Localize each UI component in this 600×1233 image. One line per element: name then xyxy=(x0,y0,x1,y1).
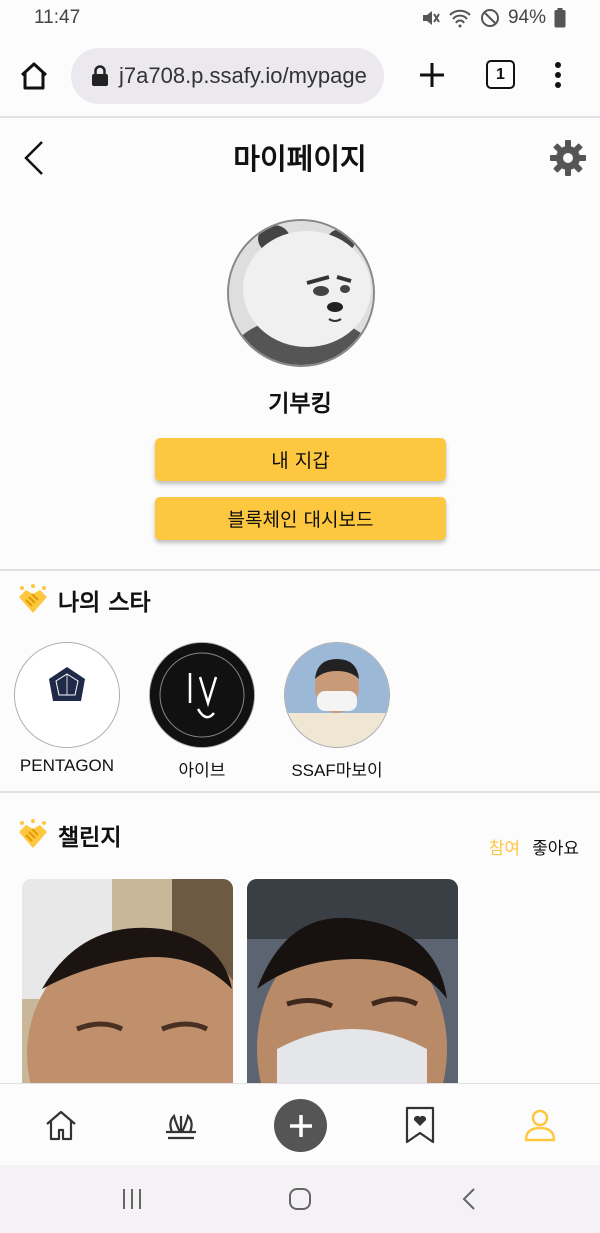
add-icon xyxy=(289,1114,312,1137)
system-back-icon[interactable] xyxy=(458,1187,482,1211)
home-icon xyxy=(46,1110,76,1141)
nav-home[interactable] xyxy=(40,1104,82,1146)
challenge-header: 챌린지 xyxy=(16,818,121,852)
system-navigation-bar xyxy=(0,1165,600,1233)
handshake-icon xyxy=(19,819,47,848)
nav-feed[interactable] xyxy=(160,1104,202,1146)
star-item-ive[interactable]: 아이브 xyxy=(149,642,255,781)
battery-icon xyxy=(554,8,566,28)
browser-toolbar: j7a708.p.ssafy.io/mypage 1 xyxy=(0,36,600,116)
challenge-card[interactable] xyxy=(22,879,233,1099)
challenge-thumbnail xyxy=(247,879,458,1099)
tab-switcher-button[interactable]: 1 xyxy=(486,60,515,89)
star-name: PENTAGON xyxy=(19,756,115,775)
section-title: 챌린지 xyxy=(58,825,122,851)
add-challenge-button[interactable] xyxy=(274,1099,327,1152)
nav-bookmark[interactable] xyxy=(399,1104,441,1146)
system-home-icon[interactable] xyxy=(288,1187,312,1211)
bookmark-heart-icon xyxy=(405,1106,435,1144)
page-header: 마이페이지 xyxy=(0,118,600,198)
gear-icon[interactable] xyxy=(549,139,587,177)
tab-participated[interactable]: 참여 xyxy=(489,834,520,859)
url-text: j7a708.p.ssafy.io/mypage xyxy=(119,63,367,88)
panda-avatar-image xyxy=(229,221,373,365)
profile-icon xyxy=(524,1109,556,1142)
star-name: 아이브 xyxy=(178,761,226,780)
bottom-navigation xyxy=(0,1083,600,1165)
section-divider xyxy=(0,569,600,571)
star-item-pentagon[interactable]: PENTAGON xyxy=(14,642,120,776)
star-name: SSAF마보이 xyxy=(291,761,383,780)
dnd-icon xyxy=(480,9,499,27)
status-bar: 11:47 94% xyxy=(0,0,600,36)
wifi-icon xyxy=(449,9,471,28)
section-title: 나의 스타 xyxy=(58,590,151,616)
challenge-tabs: 참여 좋아요 xyxy=(489,834,579,859)
browser-menu-icon[interactable] xyxy=(548,58,568,92)
plant-icon xyxy=(166,1113,196,1140)
profile-avatar xyxy=(227,219,375,367)
star-image xyxy=(149,642,255,748)
status-icons: 94% xyxy=(420,7,566,29)
recent-apps-icon[interactable] xyxy=(120,1187,144,1211)
person-photo xyxy=(285,643,389,747)
nav-mypage[interactable] xyxy=(519,1104,561,1146)
challenge-card[interactable] xyxy=(247,879,458,1099)
star-item-ssaf-maboy[interactable]: SSAF마보이 xyxy=(284,642,390,781)
handshake-icon xyxy=(19,584,47,613)
battery-percent: 94% xyxy=(507,7,546,28)
challenge-thumbnail xyxy=(22,879,233,1099)
pentagon-logo xyxy=(15,643,119,747)
section-divider xyxy=(0,791,600,793)
nickname: 기부킹 xyxy=(268,391,332,417)
lock-icon xyxy=(92,65,108,86)
address-bar[interactable]: j7a708.p.ssafy.io/mypage xyxy=(71,48,384,104)
mute-icon xyxy=(422,11,440,25)
tab-liked[interactable]: 좋아요 xyxy=(532,834,579,859)
star-image xyxy=(284,642,390,748)
new-tab-icon[interactable] xyxy=(417,60,447,90)
browser-home-icon[interactable] xyxy=(18,60,50,92)
my-stars-header: 나의 스타 xyxy=(16,583,151,617)
my-wallet-button[interactable]: 내 지갑 xyxy=(155,438,446,481)
star-image xyxy=(14,642,120,748)
page-title: 마이페이지 xyxy=(233,142,367,176)
blockchain-dashboard-button[interactable]: 블록체인 대시보드 xyxy=(155,497,446,540)
status-time: 11:47 xyxy=(34,7,81,28)
ive-logo xyxy=(150,643,254,747)
